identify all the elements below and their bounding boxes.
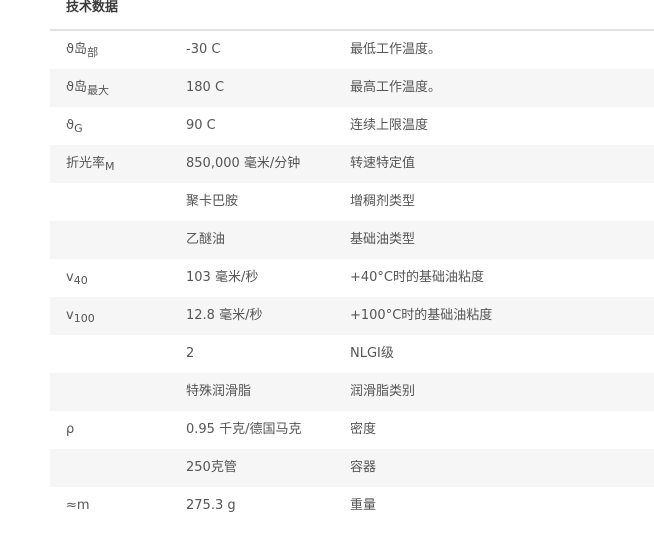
- value-cell: 特殊润滑脂: [186, 384, 252, 399]
- symbol-cell: 折光率M: [66, 156, 115, 173]
- value-cell: 聚卡巴胺: [186, 194, 239, 209]
- value-cell: 2: [186, 346, 195, 361]
- symbol-cell: v40: [66, 270, 88, 287]
- description-cell: 基础油类型: [350, 232, 416, 247]
- description-cell: 增稠剂类型: [350, 194, 416, 209]
- table-row: ≈m 275.3 g 重量: [50, 487, 654, 525]
- table-row: 聚卡巴胺 增稠剂类型: [50, 183, 654, 221]
- description-cell: 重量: [350, 498, 377, 513]
- table-row: 2 NLGI级: [50, 335, 654, 373]
- symbol-cell: ϑ岛部: [66, 42, 99, 59]
- value-cell: 250克管: [186, 460, 237, 475]
- symbol-cell: ≈m: [66, 498, 90, 513]
- symbol-cell: v100: [66, 308, 95, 325]
- description-cell: 最低工作温度。: [350, 42, 442, 57]
- table-row: 折光率M 850,000 毫米/分钟 转速特定值: [50, 145, 654, 183]
- description-cell: 连续上限温度: [350, 118, 429, 133]
- table-row: 乙醚油 基础油类型: [50, 221, 654, 259]
- table-row: 250克管 容器: [50, 449, 654, 487]
- table-row: ϑG 90 C 连续上限温度: [50, 107, 654, 145]
- description-cell: 容器: [350, 460, 377, 475]
- table-row: v40 103 毫米/秒 +40°C时的基础油粘度: [50, 259, 654, 297]
- description-cell: NLGI级: [350, 346, 394, 361]
- table-row: ϑ岛最大 180 C 最高工作温度。: [50, 69, 654, 107]
- section-title: 技术数据: [66, 0, 119, 15]
- value-cell: 乙醚油: [186, 232, 226, 247]
- table-row: v100 12.8 毫米/秒 +100°C时的基础油粘度: [50, 297, 654, 335]
- value-cell: 0.95 千克/德国马克: [186, 422, 302, 437]
- value-cell: -30 C: [186, 42, 221, 57]
- description-cell: 密度: [350, 422, 377, 437]
- value-cell: 103 毫米/秒: [186, 270, 259, 285]
- symbol-cell: ϑG: [66, 118, 83, 135]
- description-cell: +100°C时的基础油粘度: [350, 308, 493, 323]
- table-row: ρ 0.95 千克/德国马克 密度: [50, 411, 654, 449]
- table-row: ϑ岛部 -30 C 最低工作温度。: [50, 31, 654, 69]
- value-cell: 850,000 毫米/分钟: [186, 156, 301, 171]
- value-cell: 180 C: [186, 80, 225, 95]
- value-cell: 12.8 毫米/秒: [186, 308, 263, 323]
- description-cell: 润滑脂类别: [350, 384, 416, 399]
- value-cell: 275.3 g: [186, 498, 236, 513]
- value-cell: 90 C: [186, 118, 216, 133]
- description-cell: 最高工作温度。: [350, 80, 442, 95]
- table-row: 特殊润滑脂 润滑脂类别: [50, 373, 654, 411]
- symbol-cell: ρ: [66, 422, 75, 437]
- description-cell: 转速特定值: [350, 156, 416, 171]
- symbol-cell: ϑ岛最大: [66, 80, 110, 97]
- description-cell: +40°C时的基础油粘度: [350, 270, 485, 285]
- technical-data-table: ϑ岛部 -30 C 最低工作温度。 ϑ岛最大 180 C 最高工作温度。 ϑG …: [50, 31, 654, 525]
